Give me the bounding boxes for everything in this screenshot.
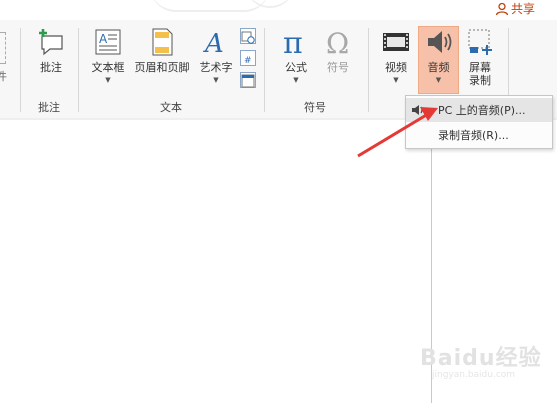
watermark-logo: Baidu经验: [420, 346, 542, 371]
watermark-url: jingyan.baidu.com: [432, 370, 516, 380]
